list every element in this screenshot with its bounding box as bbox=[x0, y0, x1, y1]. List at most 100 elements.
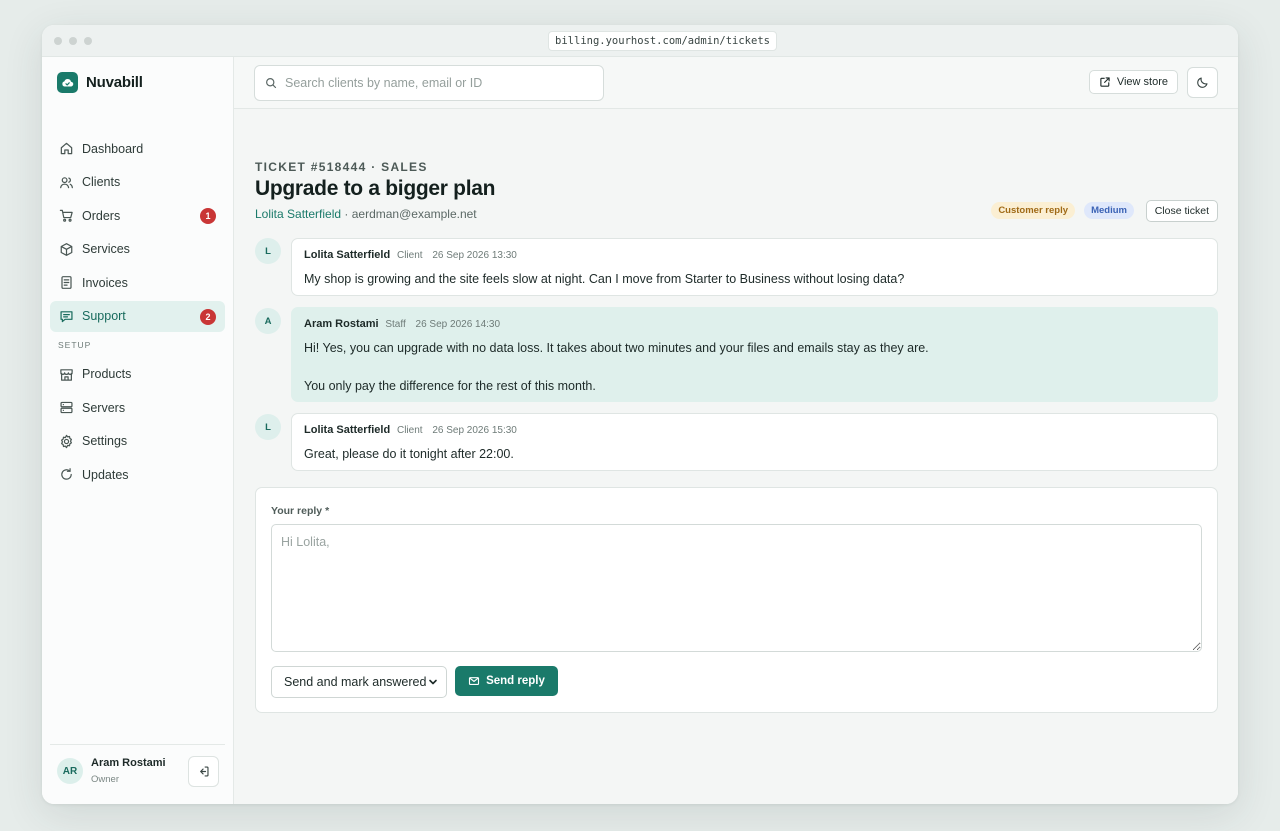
store-icon bbox=[58, 366, 74, 382]
sidebar-item-clients[interactable]: Clients bbox=[50, 167, 225, 198]
user-panel: AR Aram Rostami Owner bbox=[50, 744, 225, 804]
browser-titlebar: billing.yourhost.com/admin/tickets bbox=[42, 25, 1238, 57]
invoice-icon bbox=[58, 275, 74, 291]
sidebar-item-label: Settings bbox=[82, 434, 128, 448]
sidebar-item-support[interactable]: Support 2 bbox=[50, 300, 225, 332]
message-time: 26 Sep 2026 15:30 bbox=[432, 425, 517, 436]
top-bar: View store bbox=[234, 57, 1238, 109]
message-bubble-staff: Aram Rostami Staff 26 Sep 2026 14:30 Hi!… bbox=[291, 307, 1218, 402]
message-bubble: Lolita Satterfield Client 26 Sep 2026 13… bbox=[291, 238, 1218, 296]
home-icon bbox=[58, 141, 74, 157]
box-icon bbox=[58, 241, 74, 257]
sidebar-item-label: Products bbox=[82, 367, 132, 381]
sidebar-item-settings[interactable]: Settings bbox=[50, 426, 225, 457]
brand[interactable]: Nuvabill bbox=[57, 72, 143, 93]
send-reply-label: Send reply bbox=[486, 675, 545, 687]
avatar[interactable]: AR bbox=[57, 758, 83, 784]
sidebar-item-servers[interactable]: Servers bbox=[50, 392, 225, 423]
search-input[interactable] bbox=[285, 76, 585, 90]
sidebar-item-label: Invoices bbox=[82, 275, 128, 290]
app-window: billing.yourhost.com/admin/tickets Nuvab… bbox=[42, 25, 1238, 804]
message-author: Lolita Satterfield bbox=[304, 249, 391, 261]
message-header: Aram Rostami Staff 26 Sep 2026 14:30 bbox=[304, 318, 1205, 332]
user-role: Owner bbox=[91, 774, 119, 785]
orders-count-badge: 1 bbox=[200, 208, 216, 224]
cloud-logo-icon bbox=[57, 72, 78, 93]
message-paragraph: My shop is growing and the site feels sl… bbox=[304, 272, 905, 286]
server-icon bbox=[58, 400, 74, 416]
send-reply-button[interactable]: Send reply bbox=[455, 666, 558, 696]
message-author: Aram Rostami bbox=[304, 318, 379, 330]
message-role: Staff bbox=[385, 319, 406, 330]
setup-section-heading: SETUP bbox=[58, 339, 92, 350]
sidebar-item-label: Servers bbox=[82, 400, 126, 415]
sidebar-item-label: Orders bbox=[82, 208, 121, 223]
ticket-kicker: TICKET #518444 · SALES bbox=[255, 160, 428, 174]
message-avatar: L bbox=[255, 414, 281, 440]
reply-label: Your reply * bbox=[271, 505, 330, 517]
message-paragraph: Hi! Yes, you can upgrade with no data lo… bbox=[304, 341, 929, 355]
message-role: Client bbox=[396, 425, 423, 436]
cart-icon bbox=[58, 208, 74, 224]
window-controls bbox=[54, 37, 92, 45]
message-avatar: L bbox=[255, 238, 281, 264]
search-icon bbox=[266, 78, 277, 89]
message-header: Lolita Satterfield Client 26 Sep 2026 13… bbox=[304, 249, 1205, 263]
main-nav: Dashboard Clients Orders 1 Services Invo… bbox=[50, 133, 225, 493]
message-time: 26 Sep 2026 14:30 bbox=[415, 319, 501, 330]
sidebar-item-products[interactable]: Products bbox=[50, 359, 225, 390]
close-ticket-button[interactable]: Close ticket bbox=[1145, 200, 1218, 222]
reply-form: Your reply * Send and mark answered Send… bbox=[255, 487, 1218, 713]
message-body: Hi! Yes, you can upgrade with no data lo… bbox=[304, 340, 1205, 394]
view-store-button[interactable]: View store bbox=[1088, 70, 1178, 94]
minimize-window-dot[interactable] bbox=[69, 37, 77, 45]
sidebar-item-invoices[interactable]: Invoices bbox=[50, 267, 225, 298]
support-count-badge: 2 bbox=[200, 308, 216, 325]
message-paragraph: Great, please do it tonight after 22:00. bbox=[304, 447, 514, 461]
external-link-icon bbox=[1100, 77, 1110, 87]
chevron-down-icon bbox=[429, 679, 437, 685]
close-window-dot[interactable] bbox=[54, 37, 62, 45]
moon-icon bbox=[1197, 77, 1208, 88]
sidebar-item-services[interactable]: Services bbox=[50, 234, 225, 265]
address-bar[interactable]: billing.yourhost.com/admin/tickets bbox=[548, 31, 777, 51]
sidebar-item-orders[interactable]: Orders 1 bbox=[50, 200, 225, 231]
message-paragraph: You only pay the difference for the rest… bbox=[304, 379, 596, 393]
message-author: Lolita Satterfield bbox=[304, 424, 391, 436]
view-store-label: View store bbox=[1116, 76, 1168, 88]
send-mode-select[interactable]: Send and mark answered bbox=[271, 666, 447, 698]
user-name: Aram Rostami bbox=[91, 757, 166, 769]
message-body: My shop is growing and the site feels sl… bbox=[304, 271, 1205, 287]
send-mode-value: Send and mark answered bbox=[284, 675, 427, 689]
users-icon bbox=[58, 174, 74, 190]
ticket-client-meta: Lolita Satterfield · aerdman@example.net bbox=[255, 207, 477, 221]
sidebar-item-label: Clients bbox=[82, 175, 121, 189]
message-bubble: Lolita Satterfield Client 26 Sep 2026 15… bbox=[291, 413, 1218, 471]
gear-icon bbox=[58, 433, 74, 449]
page-title: Upgrade to a bigger plan bbox=[255, 177, 496, 200]
status-badge: Customer reply bbox=[991, 202, 1075, 219]
theme-toggle-button[interactable] bbox=[1187, 67, 1218, 98]
sidebar-item-label: Updates bbox=[82, 467, 129, 482]
sidebar-item-updates[interactable]: Updates bbox=[50, 459, 225, 490]
search-box[interactable] bbox=[254, 65, 604, 101]
message-body: Great, please do it tonight after 22:00. bbox=[304, 446, 1205, 462]
client-email: · aerdman@example.net bbox=[341, 207, 477, 221]
mail-icon bbox=[469, 677, 480, 685]
client-name-link[interactable]: Lolita Satterfield bbox=[255, 207, 341, 221]
main-content: View store TICKET #518444 · SALES Upgrad… bbox=[234, 57, 1238, 804]
reply-textarea[interactable] bbox=[271, 524, 1202, 652]
priority-badge: Medium bbox=[1084, 202, 1134, 219]
message-role: Client bbox=[396, 250, 423, 261]
logout-icon bbox=[200, 766, 209, 777]
refresh-icon bbox=[58, 467, 74, 483]
sidebar-item-label: Support bbox=[82, 309, 126, 323]
chat-icon bbox=[58, 308, 74, 324]
sidebar-item-dashboard[interactable]: Dashboard bbox=[50, 133, 225, 164]
sidebar: Nuvabill Dashboard Clients Orders 1 Serv… bbox=[42, 57, 234, 804]
logout-button[interactable] bbox=[188, 756, 219, 787]
message-time: 26 Sep 2026 13:30 bbox=[432, 250, 517, 261]
sidebar-item-label: Dashboard bbox=[82, 141, 144, 156]
sidebar-item-label: Services bbox=[82, 242, 130, 256]
maximize-window-dot[interactable] bbox=[84, 37, 92, 45]
